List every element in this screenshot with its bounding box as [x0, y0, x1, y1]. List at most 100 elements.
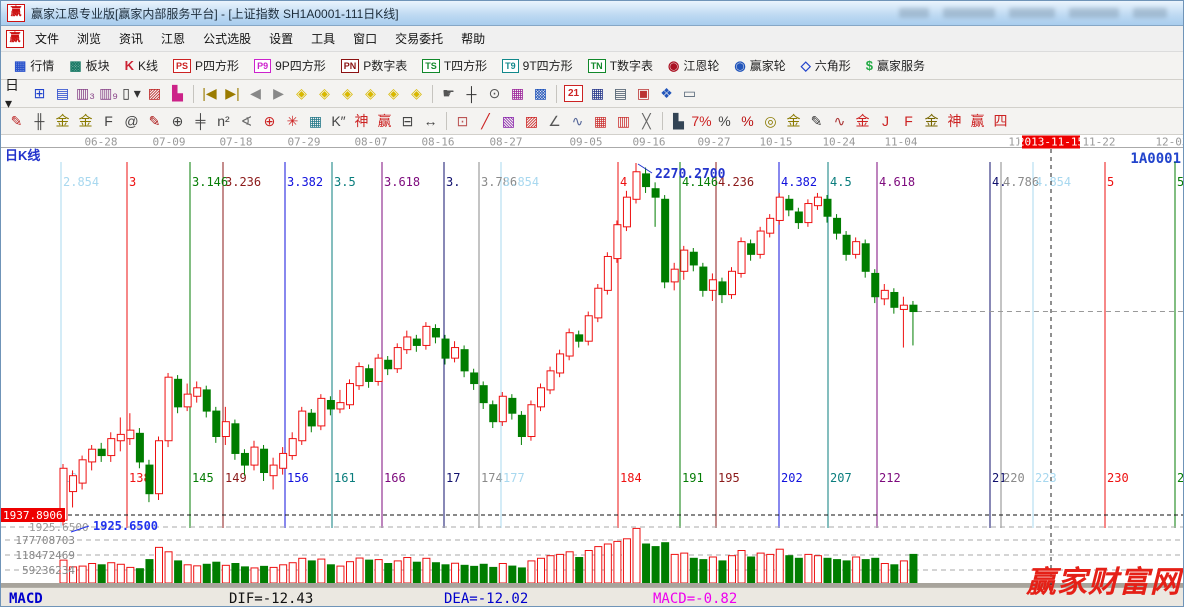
candle-body: [490, 405, 497, 422]
network-icon[interactable]: ❖: [655, 84, 678, 104]
toolbar-kline[interactable]: KK线: [118, 55, 165, 76]
toolbar-hexagon[interactable]: ◇六角形: [794, 55, 858, 76]
gold-circle-icon[interactable]: ◎: [759, 111, 782, 131]
angle-mirror-icon[interactable]: ∢: [235, 111, 258, 131]
ruler-123-icon[interactable]: ⊟: [396, 111, 419, 131]
printer-icon[interactable]: ▭: [678, 84, 701, 104]
j-angle-icon[interactable]: J: [874, 111, 897, 131]
calendar-21-icon[interactable]: 21: [564, 85, 583, 102]
gann-box-tool-icon[interactable]: ▩: [529, 84, 552, 104]
toolbar-p-table[interactable]: PNP数字表: [334, 55, 415, 76]
toolbar-p-square[interactable]: PSP四方形: [166, 55, 246, 76]
n-square-icon[interactable]: n²: [212, 111, 235, 131]
hatch-icon[interactable]: ╳: [635, 111, 658, 131]
gold-underline-icon[interactable]: 金: [851, 111, 874, 131]
fan-box-purple-icon[interactable]: ▧: [497, 111, 520, 131]
menu-item-8[interactable]: 交易委托: [386, 27, 452, 50]
percent-icon[interactable]: %: [713, 111, 736, 131]
expand-all-diamond-icon[interactable]: ◈: [405, 84, 428, 104]
red-pen-icon[interactable]: ✎: [143, 111, 166, 131]
percent-line-icon[interactable]: %: [736, 111, 759, 131]
circle-grid-icon[interactable]: ⊕: [166, 111, 189, 131]
next-page-icon[interactable]: ▶: [267, 84, 290, 104]
toolbar-sectors[interactable]: ▩板块: [62, 55, 116, 76]
menu-item-1[interactable]: 浏览: [68, 27, 110, 50]
h-span-icon[interactable]: ↔: [419, 111, 442, 131]
first-bar-icon[interactable]: |◀: [198, 84, 221, 104]
kline-chart-canvas[interactable]: 06-2807-0907-1807-2908-0708-1608-2709-05…: [1, 135, 1184, 587]
magnifier-tool-icon[interactable]: ⊙: [483, 84, 506, 104]
menu-item-7[interactable]: 窗口: [344, 27, 386, 50]
ying-angle-icon[interactable]: 赢: [966, 111, 989, 131]
compress-h-diamond-icon[interactable]: ◈: [359, 84, 382, 104]
gann-grid-tool-icon[interactable]: ▦: [506, 84, 529, 104]
bars-9-icon[interactable]: ▥₉: [97, 84, 120, 104]
toolbar-t-square[interactable]: TST四方形: [415, 55, 494, 76]
expand-v-diamond-icon[interactable]: ◈: [382, 84, 405, 104]
angle-fan-icon[interactable]: ∠: [543, 111, 566, 131]
price-bars-icon[interactable]: ▙: [667, 111, 690, 131]
shift-left-diamond-icon[interactable]: ◈: [290, 84, 313, 104]
hand-tool-icon[interactable]: ☛: [437, 84, 460, 104]
expand-h-diamond-icon[interactable]: ◈: [336, 84, 359, 104]
shen-angle-icon[interactable]: 神: [943, 111, 966, 131]
date-label: 09-27: [697, 136, 730, 149]
percent7-icon[interactable]: 7%: [690, 111, 713, 131]
zoom-area-icon[interactable]: ⊞: [28, 84, 51, 104]
volume-bar: [308, 561, 315, 583]
gold-grid-icon[interactable]: 金: [51, 111, 74, 131]
prev-page-icon[interactable]: ◀: [244, 84, 267, 104]
toolbar-9t-square[interactable]: T99T四方形: [495, 55, 580, 76]
bars-3-icon[interactable]: ▥₃: [74, 84, 97, 104]
wave-channel-icon[interactable]: ∿: [828, 111, 851, 131]
menu-item-6[interactable]: 工具: [302, 27, 344, 50]
menu-item-3[interactable]: 江恩: [152, 27, 194, 50]
square-net-icon[interactable]: ▦: [304, 111, 327, 131]
gold-level-icon[interactable]: 金: [782, 111, 805, 131]
menu-item-5[interactable]: 设置: [260, 27, 302, 50]
gann-pencil-icon[interactable]: ✎: [5, 111, 28, 131]
fib-tool-icon[interactable]: F: [97, 111, 120, 131]
hash-lines-icon[interactable]: ╪: [189, 111, 212, 131]
crosshair-tool-icon[interactable]: ┼: [460, 84, 483, 104]
toolbar-t-table[interactable]: TNT数字表: [581, 55, 660, 76]
candle-style-button[interactable]: ▯ ▾: [120, 84, 143, 104]
toolbar-gann-wheel[interactable]: ◉江恩轮: [661, 55, 726, 76]
star-burst-icon[interactable]: ✳: [281, 111, 304, 131]
shen-tool-icon[interactable]: 神: [350, 111, 373, 131]
toolbar-quotes[interactable]: ▦行情: [7, 55, 61, 76]
pattern-icon[interactable]: ▨: [143, 84, 166, 104]
fan-box-red-icon[interactable]: ▨: [520, 111, 543, 131]
spiral-tool-icon[interactable]: @: [120, 111, 143, 131]
period-day-button[interactable]: 日 ▾: [5, 84, 28, 104]
info-panel-icon[interactable]: ▤: [51, 84, 74, 104]
menu-item-2[interactable]: 资讯: [110, 27, 152, 50]
gold-angle-icon[interactable]: 金: [920, 111, 943, 131]
save-icon[interactable]: ▣: [632, 84, 655, 104]
menu-item-0[interactable]: 文件: [26, 27, 68, 50]
menu-item-4[interactable]: 公式选股: [194, 27, 260, 50]
red-grid2-icon[interactable]: ▥: [612, 111, 635, 131]
shift-right-diamond-icon[interactable]: ◈: [313, 84, 336, 104]
f-angle-icon[interactable]: F: [897, 111, 920, 131]
toolbar-winner-wheel[interactable]: ◉赢家轮: [727, 55, 792, 76]
gold-grid2-icon[interactable]: 金: [74, 111, 97, 131]
red-grid-icon[interactable]: ▦: [589, 111, 612, 131]
circle-cross-icon[interactable]: ⊕: [258, 111, 281, 131]
matrix-icon[interactable]: ▦: [586, 84, 609, 104]
box-select-icon[interactable]: ⊡: [451, 111, 474, 131]
si-angle-icon[interactable]: 四: [989, 111, 1012, 131]
wave-icon[interactable]: ∿: [566, 111, 589, 131]
fan-lines-icon[interactable]: ╱: [474, 111, 497, 131]
last-bar-icon[interactable]: ▶|: [221, 84, 244, 104]
indicator-name-label[interactable]: MACD: [9, 591, 43, 607]
marker-pen-icon[interactable]: ✎: [805, 111, 828, 131]
kline-ruler-icon[interactable]: K″: [327, 111, 350, 131]
grid-line-icon[interactable]: ╫: [28, 111, 51, 131]
notepad-icon[interactable]: ▤: [609, 84, 632, 104]
color-histogram-icon[interactable]: ▙: [166, 84, 189, 104]
ying-tool-icon[interactable]: 赢: [373, 111, 396, 131]
toolbar-winner-service[interactable]: $赢家服务: [859, 55, 932, 76]
toolbar-9p-square[interactable]: P99P四方形: [247, 55, 333, 76]
menu-item-9[interactable]: 帮助: [452, 27, 494, 50]
